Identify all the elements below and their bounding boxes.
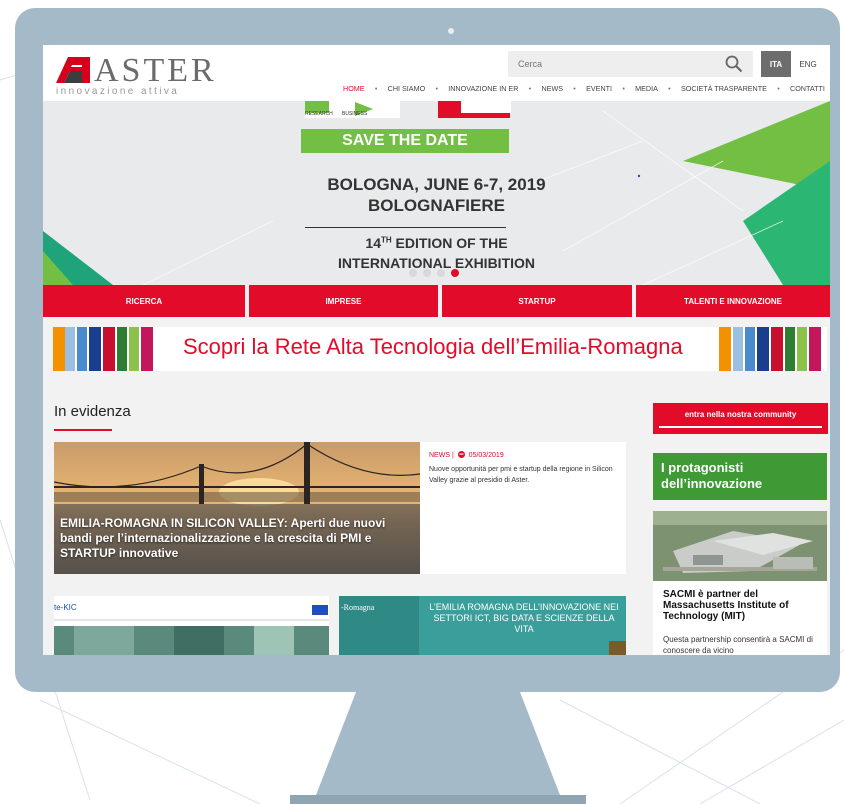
banner-stripe (141, 327, 153, 371)
banner-stripe (129, 327, 139, 371)
banner-stripe (719, 327, 731, 371)
tab-imprese[interactable]: IMPRESE (248, 285, 438, 317)
banner-stripe (745, 327, 755, 371)
nav-news[interactable]: NEWS (541, 84, 563, 93)
banner-stripe (809, 327, 821, 371)
hero-edition-suffix: TH (381, 235, 392, 245)
card2-image (54, 605, 329, 655)
site-header: ASTER innovazione attiva ITA ENG HOME • … (43, 45, 830, 101)
tab-ricerca[interactable]: RICERCA (43, 285, 245, 317)
banner-stripe (117, 327, 127, 371)
banner-stripe (797, 327, 807, 371)
banner-stripe (89, 327, 101, 371)
emilia-romagna-innovazione-card[interactable]: -Romagna L’EMILIA ROMAGNA DELL’INNOVAZIO… (339, 596, 626, 655)
featured-news-title[interactable]: EMILIA-ROMAGNA IN SILICON VALLEY: Aperti… (60, 516, 415, 561)
nav-separator: • (528, 84, 532, 93)
sacmi-factory-image[interactable] (653, 511, 827, 581)
community-button-label: entra nella nostra community (684, 410, 797, 419)
tab-talenti-e-innovazione[interactable]: TALENTI E INNOVAZIONE (636, 285, 830, 317)
hero-edition-number: 14 (365, 235, 381, 251)
logo-wordmark: ASTER (94, 52, 217, 89)
sacmi-story-title[interactable]: SACMI è partner del Massachusetts Instit… (663, 589, 823, 622)
aerial-factory-photo (653, 511, 827, 581)
news-summary-text: Nuove opportunità per pmi e startup dell… (429, 466, 613, 484)
category-tabs: RICERCA IMPRESE STARTUP TALENTI E INNOVA… (43, 285, 830, 317)
search-icon[interactable] (725, 55, 743, 73)
lang-eng-button[interactable]: ENG (793, 51, 823, 77)
calendar-icon (457, 451, 465, 458)
eit-climate-kic-card[interactable]: te-KIC (54, 596, 329, 655)
nav-home[interactable]: HOME (343, 84, 365, 93)
save-the-date-banner: SAVE THE DATE (301, 129, 509, 153)
nav-innovazione-in-er[interactable]: INNOVAZIONE IN ER (448, 84, 518, 93)
hero-venue-line: BOLOGNAFIERE (368, 196, 505, 215)
banner-stripe (53, 327, 65, 371)
nav-separator: • (374, 84, 378, 93)
camera-dot (448, 28, 454, 34)
hero-research-label: RESEARCH (305, 111, 333, 117)
banner-stripe (733, 327, 743, 371)
nav-media[interactable]: MEDIA (635, 84, 658, 93)
nav-separator: • (622, 84, 625, 93)
main-nav: HOME • CHI SIAMO • INNOVAZIONE IN ER • N… (343, 84, 825, 93)
slider-dot-active[interactable] (451, 269, 459, 277)
banner-text: Scopri la Rete Alta Tecnologia dell’Emil… (183, 334, 683, 359)
nav-contatti[interactable]: CONTATTI (790, 84, 825, 93)
section-title-underline (54, 429, 112, 431)
nav-eventi[interactable]: EVENTI (586, 84, 612, 93)
search-box (508, 51, 753, 77)
aster-logo[interactable]: ASTER innovazione attiva (56, 52, 236, 98)
banner-stripe (77, 327, 87, 371)
featured-news-summary[interactable]: NEWS | 05/03/2019 Nuove opportunità per … (420, 442, 626, 574)
slider-dot[interactable] (437, 269, 445, 277)
nav-separator: • (777, 84, 780, 93)
news-date: 05/03/2019 (468, 452, 504, 459)
nav-separator: • (573, 84, 576, 93)
hero-date-line: BOLOGNA, JUNE 6-7, 2019 (327, 175, 546, 194)
banner-stripe (65, 327, 75, 371)
website-screen: ASTER innovazione attiva ITA ENG HOME • … (43, 45, 830, 655)
protagonists-title: I protagonisti dell’innovazione (653, 453, 827, 500)
nav-chi-siamo[interactable]: CHI SIAMO (388, 84, 426, 93)
hero-divider (305, 227, 506, 228)
search-input[interactable] (508, 51, 718, 77)
slider-dot[interactable] (423, 269, 431, 277)
community-button[interactable]: entra nella nostra community (653, 403, 828, 434)
section-title: In evidenza (54, 403, 131, 420)
card3-left-label: -Romagna (341, 603, 375, 612)
logo-tagline: innovazione attiva (56, 86, 180, 97)
card3-headline: L’EMILIA ROMAGNA DELL’INNOVAZIONE NEI SE… (429, 602, 619, 634)
tab-startup[interactable]: STARTUP (441, 285, 632, 317)
lang-ita-button[interactable]: ITA (761, 51, 791, 77)
banner-stripe (785, 327, 795, 371)
hero-edition-line: 14TH EDITION OF THE (43, 235, 830, 251)
banner-stripe (103, 327, 115, 371)
community-button-underline (659, 426, 822, 428)
featured-news-image[interactable]: EMILIA-ROMAGNA IN SILICON VALLEY: Aperti… (54, 442, 420, 574)
slider-dot[interactable] (409, 269, 417, 277)
nav-separator: • (435, 84, 438, 93)
news-category: NEWS | (429, 452, 454, 459)
sacmi-story-card[interactable]: SACMI è partner del Massachusetts Instit… (653, 581, 827, 655)
aster-logo-mark-icon (56, 57, 90, 83)
sacmi-story-body: Questa partnership consentirà a SACMI di… (663, 635, 813, 655)
hero-edition-text: EDITION OF THE (391, 235, 508, 251)
banner-stripe (757, 327, 769, 371)
rete-alta-tecnologia-banner[interactable]: Scopri la Rete Alta Tecnologia dell’Emil… (53, 327, 827, 371)
news-meta: NEWS | 05/03/2019 (429, 451, 504, 459)
slider-dots (409, 269, 459, 277)
hero-business-label: BUSINESS (342, 111, 368, 117)
hero-slider[interactable]: RESEARCH BUSINESS SAVE THE DATE BOLOGNA,… (43, 101, 830, 285)
nav-societa-trasparente[interactable]: SOCIETÀ TRASPARENTE (681, 84, 767, 93)
nav-separator: • (668, 84, 671, 93)
banner-stripe (771, 327, 783, 371)
